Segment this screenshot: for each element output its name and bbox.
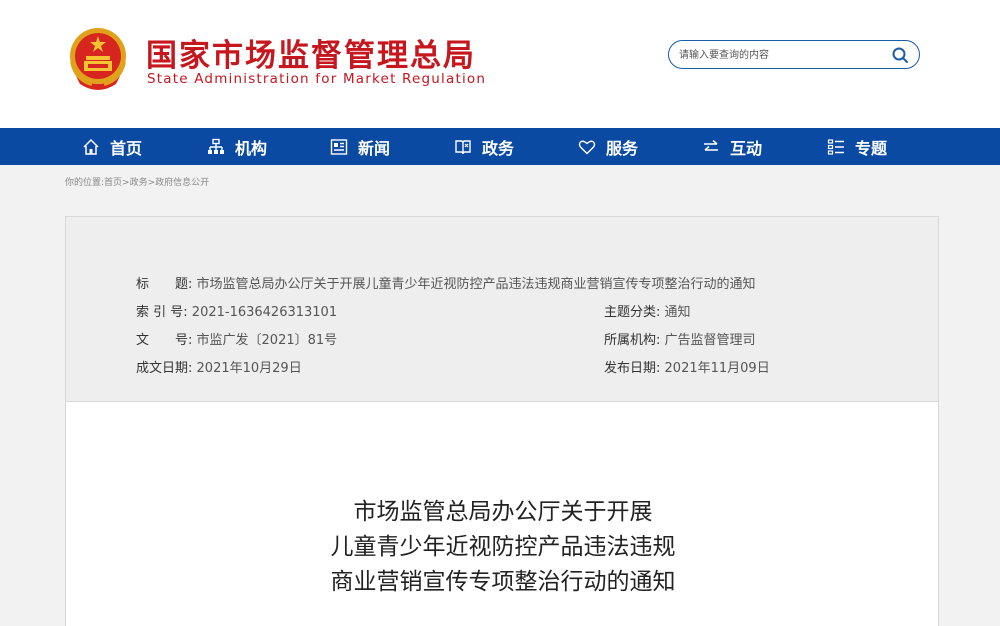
meta-index-label: 索 引 号: <box>136 305 188 320</box>
document-title-line: 儿童青少年近视防控产品违法违规 <box>330 534 676 560</box>
list-icon <box>827 138 844 155</box>
search-icon[interactable] <box>891 46 909 64</box>
national-emblem-icon[interactable] <box>66 26 130 92</box>
document-title-line: 市场监管总局办公厅关于开展 <box>353 499 653 525</box>
document-body: 市场监管总局办公厅关于开展 儿童青少年近视防控产品违法违规 商业营销宣传专项整治… <box>65 402 939 626</box>
heart-icon <box>578 140 596 154</box>
meta-created-row: 成文日期: 2021年10月29日 <box>136 357 302 376</box>
meta-docno-value: 市监广发〔2021〕81号 <box>196 333 338 348</box>
nav-item-label: 互动 <box>730 138 763 158</box>
meta-docno-label: 文 号: <box>136 333 193 348</box>
nav-item-label: 政务 <box>482 138 515 158</box>
news-icon <box>330 138 348 155</box>
meta-dept-value: 广告监督管理司 <box>664 333 756 348</box>
breadcrumb[interactable]: 你的位置:首页>政务>政府信息公开 <box>65 175 209 188</box>
meta-published-label: 发布日期: <box>604 361 661 376</box>
meta-docno-row: 文 号: 市监广发〔2021〕81号 <box>136 329 337 348</box>
search-box <box>668 40 920 69</box>
meta-index-row: 索 引 号: 2021-1636426313101 <box>136 301 337 320</box>
nav-item-label: 首页 <box>110 138 143 158</box>
nav-item-topics[interactable]: 专题 <box>827 128 887 165</box>
meta-index-value: 2021-1636426313101 <box>191 305 338 320</box>
meta-title-label: 标 题: <box>136 277 193 292</box>
meta-dept-row: 所属机构: 广告监督管理司 <box>604 329 756 348</box>
meta-published-value: 2021年11月09日 <box>664 361 770 376</box>
main-nav: 首页 机构 新闻 政务 服务 互动 专题 <box>0 128 1000 165</box>
nav-item-label: 专题 <box>855 138 888 158</box>
book-icon <box>455 139 471 154</box>
meta-published-row: 发布日期: 2021年11月09日 <box>604 357 770 376</box>
home-icon <box>83 138 99 155</box>
nav-item-label: 服务 <box>606 138 639 158</box>
org-chart-icon <box>208 138 224 154</box>
nav-item-news[interactable]: 新闻 <box>330 128 390 165</box>
nav-item-interact[interactable]: 互动 <box>702 128 762 165</box>
meta-title-value: 市场监管总局办公厅关于开展儿童青少年近视防控产品违法违规商业营销宣传专项整治行动… <box>196 277 756 292</box>
meta-dept-label: 所属机构: <box>604 333 661 348</box>
meta-title-row: 标 题: 市场监管总局办公厅关于开展儿童青少年近视防控产品违法违规商业营销宣传专… <box>136 273 756 292</box>
meta-created-value: 2021年10月29日 <box>196 361 302 376</box>
meta-created-label: 成文日期: <box>136 361 193 376</box>
exchange-icon <box>704 139 718 151</box>
site-title-en[interactable]: State Administration for Market Regulati… <box>147 71 486 87</box>
nav-item-service[interactable]: 服务 <box>578 128 638 165</box>
nav-item-label: 新闻 <box>358 138 391 158</box>
document-metadata: 标 题: 市场监管总局办公厅关于开展儿童青少年近视防控产品违法违规商业营销宣传专… <box>65 216 939 402</box>
nav-item-label: 机构 <box>235 138 268 158</box>
site-header: 国家市场监督管理总局 State Administration for Mark… <box>0 0 1000 128</box>
site-title-cn[interactable]: 国家市场监督管理总局 <box>146 30 476 75</box>
search-input[interactable] <box>679 46 879 64</box>
document-title-line: 商业营销宣传专项整治行动的通知 <box>330 569 676 595</box>
nav-item-org[interactable]: 机构 <box>207 128 267 165</box>
nav-item-gov[interactable]: 政务 <box>454 128 514 165</box>
nav-item-home[interactable]: 首页 <box>82 128 142 165</box>
meta-topic-row: 主题分类: 通知 <box>604 301 691 320</box>
meta-topic-label: 主题分类: <box>604 305 661 320</box>
meta-topic-value: 通知 <box>664 305 691 320</box>
